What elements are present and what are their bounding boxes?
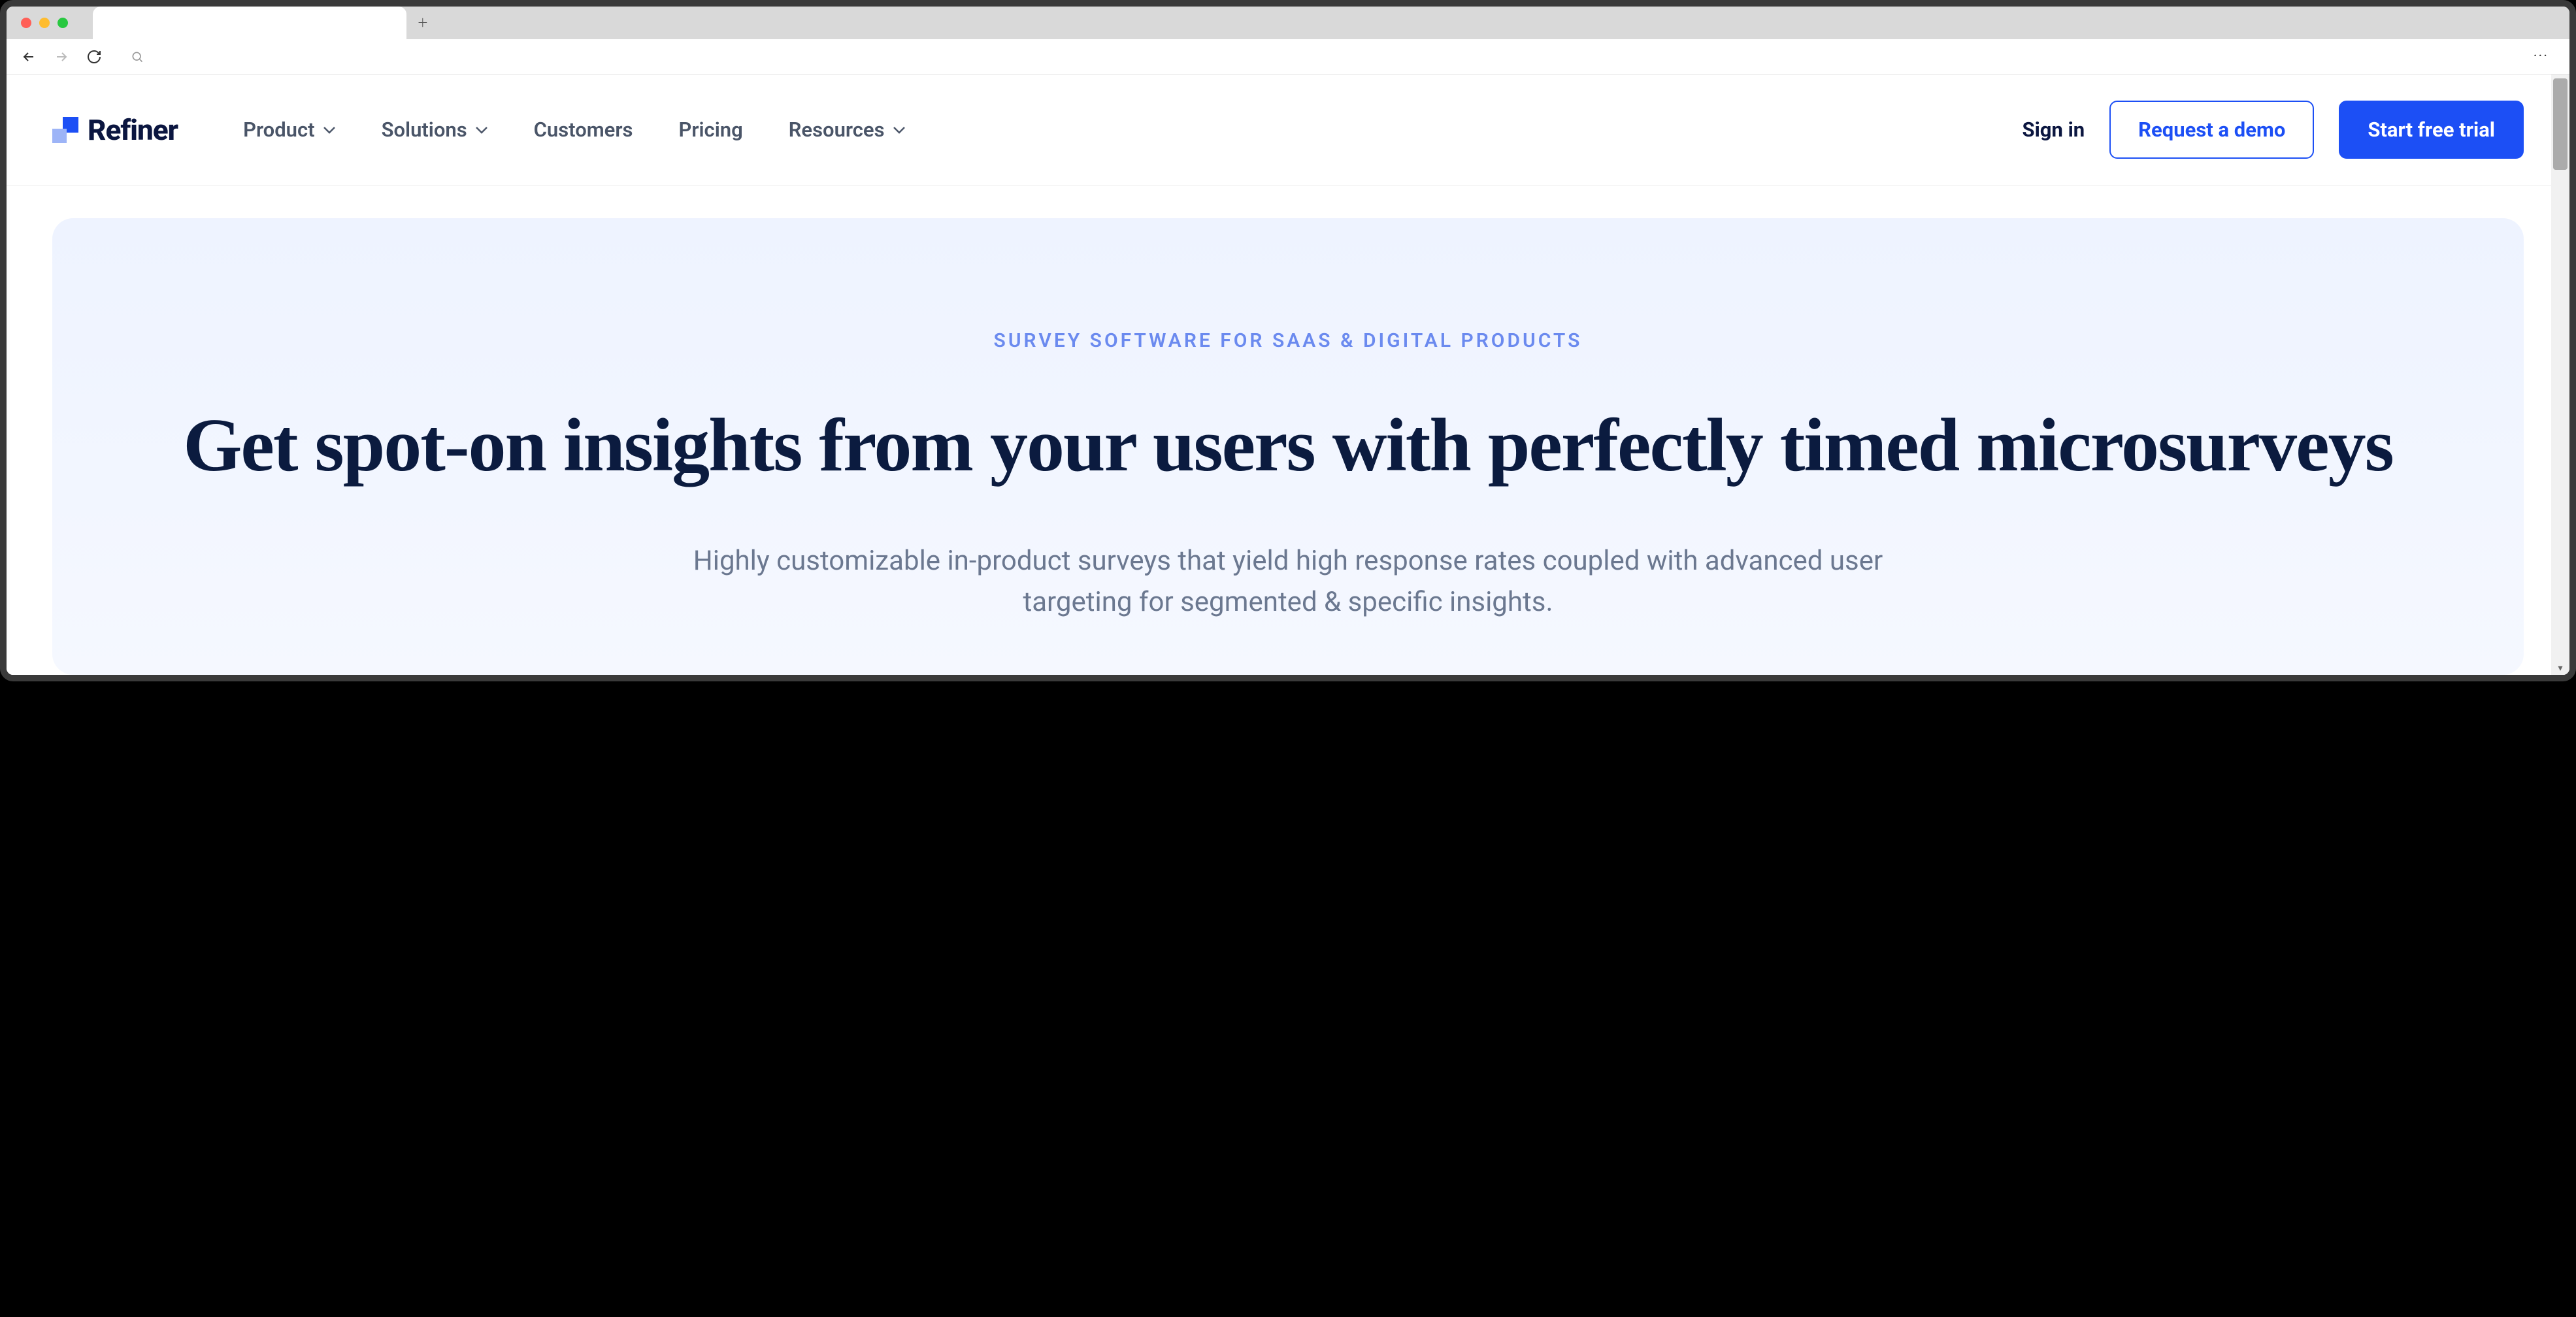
start-free-trial-button[interactable]: Start free trial: [2339, 101, 2524, 159]
close-window-button[interactable]: [21, 18, 31, 28]
nav-item-solutions[interactable]: Solutions: [382, 118, 488, 142]
hero-title: Get spot-on insights from your users wit…: [111, 404, 2465, 488]
arrow-left-icon: [21, 48, 37, 65]
browser-toolbar: ···: [7, 39, 2569, 74]
nav-label: Customers: [534, 118, 633, 142]
hero-section: SURVEY SOFTWARE FOR SAAS & DIGITAL PRODU…: [52, 218, 2524, 675]
hero-subtitle: Highly customizable in-product surveys t…: [667, 540, 1909, 623]
chevron-down-icon: [893, 126, 906, 134]
forward-button[interactable]: [54, 48, 69, 65]
nav-item-resources[interactable]: Resources: [789, 118, 906, 142]
request-demo-button[interactable]: Request a demo: [2109, 101, 2314, 159]
hero-eyebrow: SURVEY SOFTWARE FOR SAAS & DIGITAL PRODU…: [111, 329, 2465, 352]
nav-item-customers[interactable]: Customers: [534, 118, 633, 142]
tab-bar: +: [7, 7, 2569, 39]
nav-label: Pricing: [678, 118, 742, 142]
maximize-window-button[interactable]: [58, 18, 68, 28]
header-actions: Sign in Request a demo Start free trial: [2023, 101, 2524, 159]
browser-window: + ···: [0, 0, 2576, 681]
page-content: Refiner Product Solutions Customers Pric…: [7, 74, 2569, 675]
chevron-down-icon: [323, 126, 336, 134]
arrow-right-icon: [54, 48, 69, 65]
browser-tab[interactable]: [93, 7, 406, 39]
logo[interactable]: Refiner: [52, 113, 178, 147]
scroll-down-arrow-icon[interactable]: ▾: [2558, 663, 2562, 674]
nav-label: Solutions: [382, 118, 467, 142]
nav-item-pricing[interactable]: Pricing: [678, 118, 742, 142]
site-header: Refiner Product Solutions Customers Pric…: [7, 74, 2569, 186]
scrollbar[interactable]: ▾: [2551, 74, 2569, 675]
reload-button[interactable]: [86, 49, 102, 65]
nav-label: Resources: [789, 118, 885, 142]
logo-text: Refiner: [88, 113, 178, 147]
signin-link[interactable]: Sign in: [2023, 118, 2085, 142]
address-bar[interactable]: [119, 45, 2510, 69]
browser-menu-button[interactable]: ···: [2527, 48, 2555, 65]
nav-item-product[interactable]: Product: [243, 118, 336, 142]
nav-label: Product: [243, 118, 315, 142]
scrollbar-thumb[interactable]: [2553, 78, 2568, 170]
new-tab-button[interactable]: +: [406, 7, 439, 39]
nav-menu: Product Solutions Customers Pricing Reso…: [243, 118, 905, 142]
back-button[interactable]: [21, 48, 37, 65]
search-icon: [131, 50, 144, 63]
reload-icon: [86, 49, 102, 65]
logo-mark-icon: [52, 117, 78, 143]
browser-chrome: + ···: [7, 7, 2569, 74]
chevron-down-icon: [475, 126, 488, 134]
traffic-lights: [21, 18, 68, 28]
minimize-window-button[interactable]: [39, 18, 50, 28]
